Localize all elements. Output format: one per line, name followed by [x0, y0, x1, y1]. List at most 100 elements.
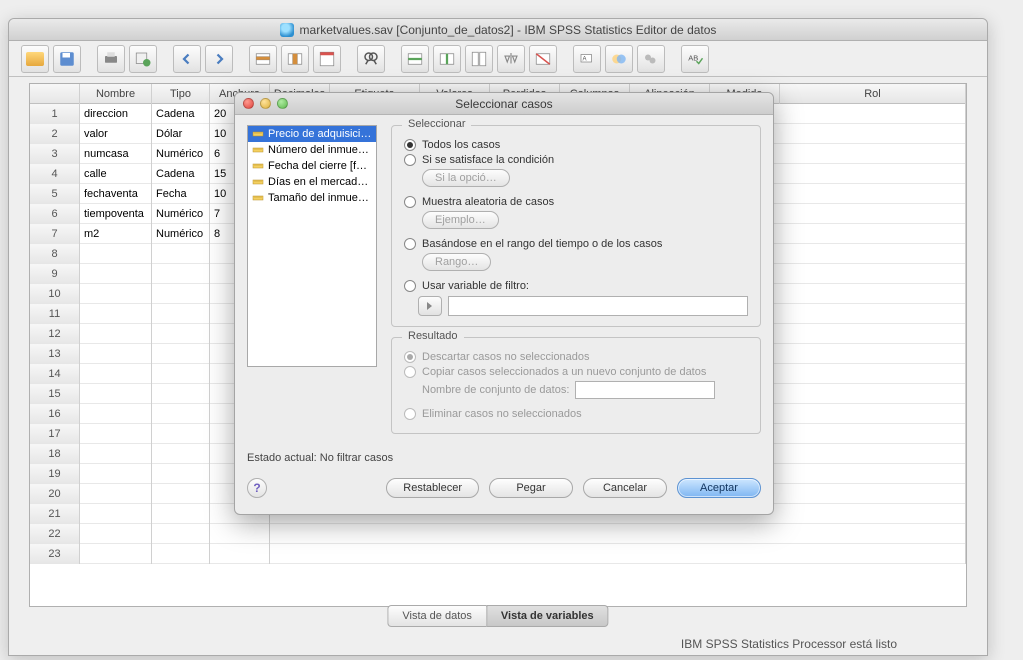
row-number: 12 [30, 324, 80, 344]
variable-label: Tamaño del inmue… [268, 192, 369, 204]
goto-variable-button[interactable] [281, 45, 309, 73]
find-button[interactable] [357, 45, 385, 73]
filter-variable-slot[interactable] [448, 296, 748, 316]
scale-icon [252, 176, 264, 188]
scale-icon [252, 160, 264, 172]
cell-name[interactable]: valor [80, 124, 152, 144]
row-number: 15 [30, 384, 80, 404]
close-icon[interactable] [243, 98, 254, 109]
variables-button[interactable] [313, 45, 341, 73]
paste-button[interactable]: Pegar [489, 478, 573, 498]
ok-button[interactable]: Aceptar [677, 478, 761, 498]
cell-name[interactable]: direccion [80, 104, 152, 124]
cancel-button[interactable]: Cancelar [583, 478, 667, 498]
current-status-text: Estado actual: No filtrar casos [247, 452, 761, 464]
cell-type[interactable]: Cadena [152, 104, 210, 124]
reset-button[interactable]: Restablecer [386, 478, 479, 498]
minimize-icon[interactable] [260, 98, 271, 109]
dataset-name-label: Nombre de conjunto de datos: [422, 381, 748, 399]
if-condition-button: Si la opció… [422, 169, 510, 187]
radio-if-condition[interactable]: Si se satisface la condición [404, 154, 748, 166]
list-item[interactable]: Precio de adquisici… [248, 126, 376, 142]
zoom-icon[interactable] [277, 98, 288, 109]
move-variable-button[interactable] [418, 296, 442, 316]
scale-icon [252, 144, 264, 156]
save-button[interactable] [53, 45, 81, 73]
list-item[interactable]: Fecha del cierre [f… [248, 158, 376, 174]
select-cases-dialog: Seleccionar casos Precio de adquisici… Nú… [234, 92, 774, 515]
table-row[interactable]: 23 [30, 544, 966, 564]
select-legend: Seleccionar [402, 118, 471, 130]
col-header-role[interactable]: Rol [780, 84, 966, 104]
cell-name[interactable]: tiempoventa [80, 204, 152, 224]
cell-type[interactable]: Cadena [152, 164, 210, 184]
row-number: 6 [30, 204, 80, 224]
undo-button[interactable] [173, 45, 201, 73]
list-item[interactable]: Número del inmue… [248, 142, 376, 158]
status-bar-text: IBM SPSS Statistics Processor está listo [681, 637, 897, 651]
cell-name[interactable]: calle [80, 164, 152, 184]
redo-button[interactable] [205, 45, 233, 73]
row-number: 10 [30, 284, 80, 304]
recall-dialog-button[interactable] [129, 45, 157, 73]
cell-name[interactable]: numcasa [80, 144, 152, 164]
list-item[interactable]: Días en el mercad… [248, 174, 376, 190]
radio-range[interactable]: Basándose en el rango del tiempo o de lo… [404, 238, 748, 250]
radio-icon [404, 154, 416, 166]
cell-type[interactable]: Dólar [152, 124, 210, 144]
insert-case-button[interactable] [401, 45, 429, 73]
radio-icon [404, 351, 416, 363]
cell-type[interactable]: Numérico [152, 204, 210, 224]
dialog-title-bar[interactable]: Seleccionar casos [235, 93, 773, 115]
row-number: 13 [30, 344, 80, 364]
use-sets-button[interactable] [605, 45, 633, 73]
select-fieldset: Seleccionar Todos los casos Si se satisf… [391, 125, 761, 327]
tab-data-view[interactable]: Vista de datos [387, 605, 486, 627]
insert-variable-button[interactable] [433, 45, 461, 73]
traffic-lights [243, 98, 288, 109]
row-number: 7 [30, 224, 80, 244]
row-number: 22 [30, 524, 80, 544]
col-header-name[interactable]: Nombre [80, 84, 152, 104]
open-button[interactable] [21, 45, 49, 73]
list-item[interactable]: Tamaño del inmue… [248, 190, 376, 206]
row-number: 11 [30, 304, 80, 324]
radio-all-cases[interactable]: Todos los casos [404, 139, 748, 151]
value-labels-button[interactable]: A [573, 45, 601, 73]
row-number: 23 [30, 544, 80, 564]
range-button: Rango… [422, 253, 491, 271]
variable-list[interactable]: Precio de adquisici… Número del inmue… Fec… [247, 125, 377, 367]
table-row[interactable]: 22 [30, 524, 966, 544]
weight-cases-button[interactable] [497, 45, 525, 73]
dialog-title-text: Seleccionar casos [455, 97, 552, 111]
radio-filter-out: Descartar casos no seleccionados [404, 351, 748, 363]
row-number: 1 [30, 104, 80, 124]
cell-type[interactable]: Fecha [152, 184, 210, 204]
output-fieldset: Resultado Descartar casos no seleccionad… [391, 337, 761, 434]
show-all-button[interactable] [637, 45, 665, 73]
split-file-button[interactable] [465, 45, 493, 73]
cell-name[interactable]: fechaventa [80, 184, 152, 204]
row-number: 19 [30, 464, 80, 484]
variable-label: Número del inmue… [268, 144, 369, 156]
row-number: 20 [30, 484, 80, 504]
cell-name[interactable]: m2 [80, 224, 152, 244]
goto-case-button[interactable] [249, 45, 277, 73]
spell-check-button[interactable]: AB [681, 45, 709, 73]
scale-icon [252, 128, 264, 140]
cell-type[interactable]: Numérico [152, 224, 210, 244]
tab-variable-view[interactable]: Vista de variables [486, 605, 609, 627]
row-number: 4 [30, 164, 80, 184]
variable-label: Días en el mercad… [268, 176, 368, 188]
cell-type[interactable]: Numérico [152, 144, 210, 164]
variable-label: Fecha del cierre [f… [268, 160, 367, 172]
row-number: 16 [30, 404, 80, 424]
select-cases-button[interactable] [529, 45, 557, 73]
radio-random-sample[interactable]: Muestra aleatoria de casos [404, 196, 748, 208]
help-button[interactable]: ? [247, 478, 267, 498]
radio-filter-variable[interactable]: Usar variable de filtro: [404, 280, 748, 292]
col-header-type[interactable]: Tipo [152, 84, 210, 104]
view-tabs: Vista de datos Vista de variables [387, 605, 608, 627]
print-button[interactable] [97, 45, 125, 73]
radio-delete-cases: Eliminar casos no seleccionados [404, 408, 748, 420]
